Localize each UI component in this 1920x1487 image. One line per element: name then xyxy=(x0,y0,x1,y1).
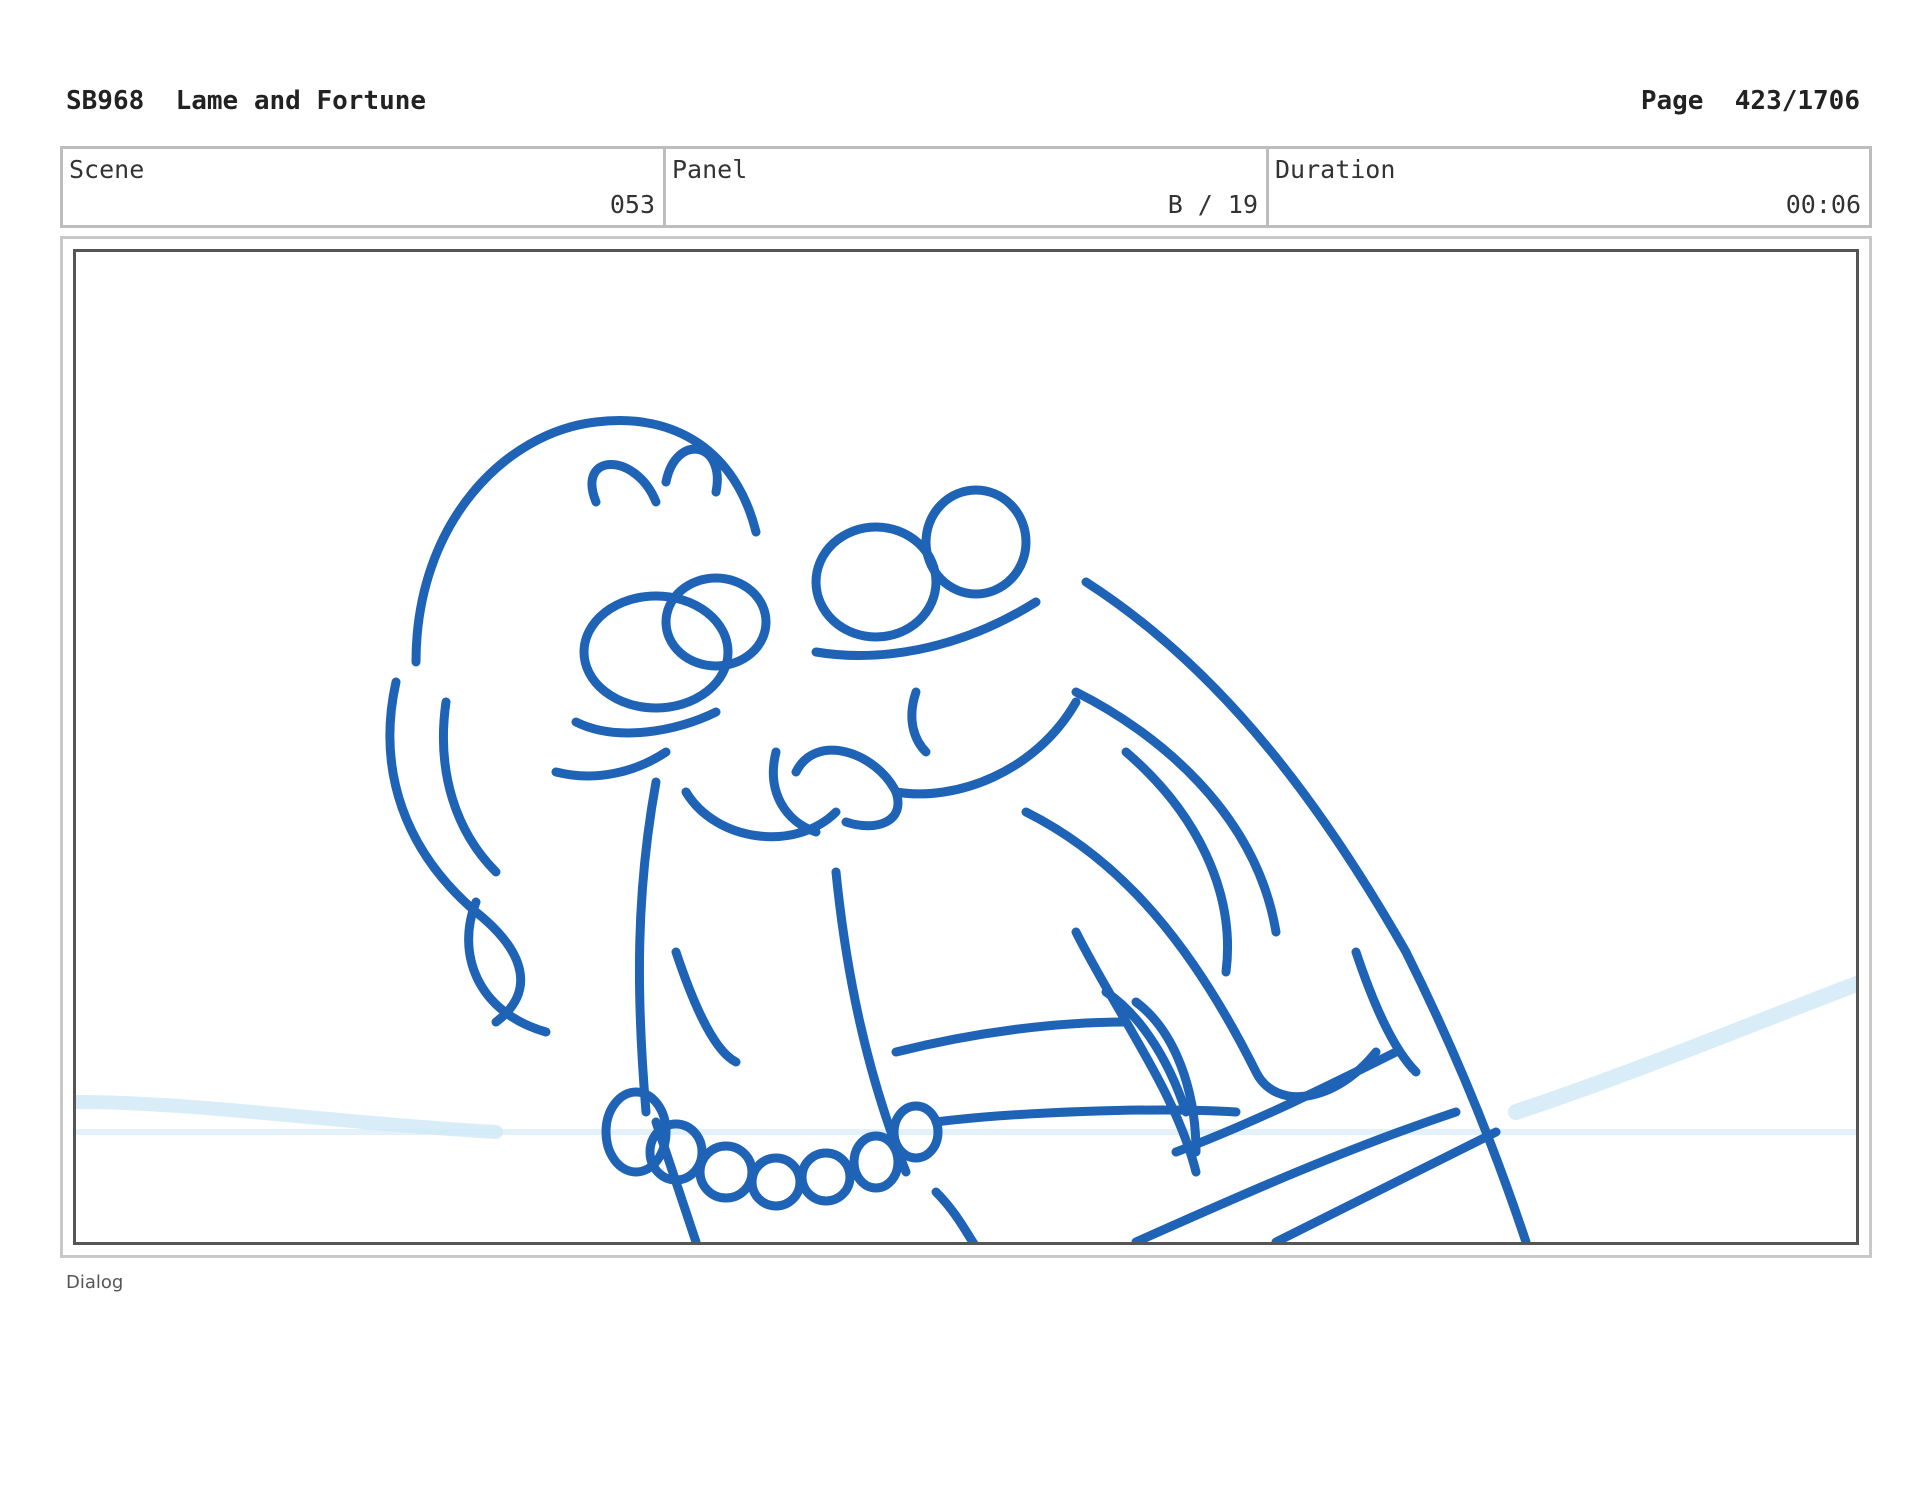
duration-value: 00:06 xyxy=(1785,190,1861,219)
storyboard-panel-image xyxy=(73,249,1859,1245)
panel-label: Panel xyxy=(672,155,748,184)
dialog-label: Dialog xyxy=(66,1272,124,1293)
panel-metadata-table: Scene 053 Panel B / 19 Duration 00:06 xyxy=(60,146,1872,228)
background-wash xyxy=(76,975,1856,1139)
storyboard-sketch-drawing xyxy=(76,416,1856,1242)
storyboard-title: SB968 Lame and Fortune xyxy=(66,86,427,116)
page-number: Page 423/1706 xyxy=(1640,86,1860,116)
panel-cell: Panel B / 19 xyxy=(666,149,1269,225)
panel-value: B / 19 xyxy=(1167,190,1258,219)
duration-label: Duration xyxy=(1275,155,1396,184)
sketch-strokes xyxy=(385,416,1531,1242)
scene-cell: Scene 053 xyxy=(63,149,666,225)
scene-value: 053 xyxy=(609,190,655,219)
storyboard-panel-frame xyxy=(60,236,1872,1258)
duration-cell: Duration 00:06 xyxy=(1269,149,1869,225)
scene-label: Scene xyxy=(69,155,145,184)
page-header: SB968 Lame and Fortune Page 423/1706 xyxy=(66,86,1860,118)
